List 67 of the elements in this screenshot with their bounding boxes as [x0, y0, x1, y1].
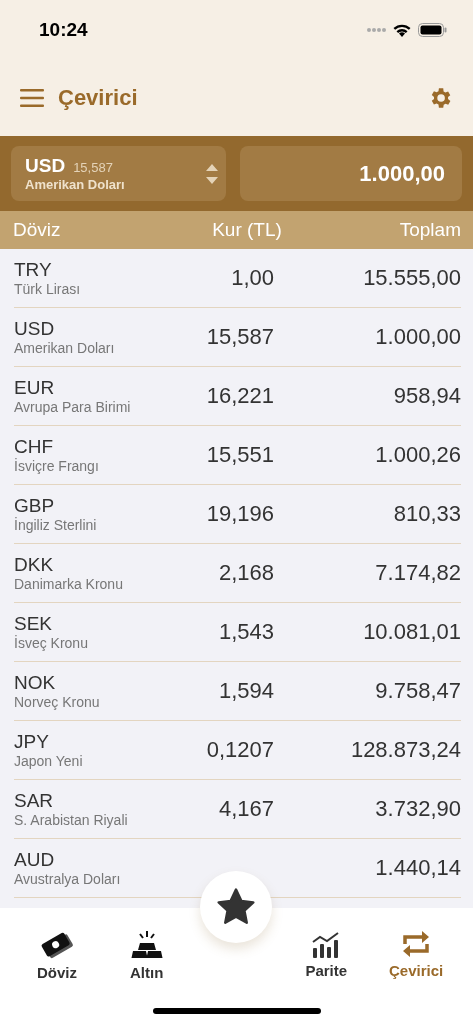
banknote-icon [39, 930, 74, 960]
currency-name: Amerikan Doları [25, 177, 126, 192]
wifi-icon [392, 22, 412, 38]
menu-icon[interactable] [20, 89, 44, 107]
currency-name: Norveç Kronu [14, 694, 101, 710]
converted-total: 15.555,00 [362, 265, 461, 291]
signal-icon [366, 27, 386, 33]
amount-field[interactable]: 1.000,00 [240, 146, 462, 201]
converted-total: 810,33 [392, 501, 461, 527]
currency-name: Amerikan Doları [14, 340, 116, 356]
currency-name: Türk Lirası [14, 281, 82, 297]
exchange-rate: 1,00 [230, 265, 274, 291]
currency-code: TRY [14, 259, 53, 281]
favorites-button[interactable] [200, 871, 272, 943]
currency-name: İsveç Kronu [14, 635, 89, 651]
bullion-bars-icon [129, 930, 164, 960]
currency-code: AUD [14, 849, 56, 871]
currency-code: JPY [14, 731, 50, 753]
exchange-rate: 1,543 [217, 619, 274, 645]
converted-total: 10.081,01 [362, 619, 461, 645]
exchange-rate: 15,587 [205, 324, 274, 350]
sort-arrows-icon [206, 163, 218, 184]
currency-rate: 15,587 [73, 160, 113, 175]
currency-name: Avrupa Para Birimi [14, 399, 132, 415]
star-icon [216, 888, 256, 926]
converted-total: 9.758,47 [374, 678, 461, 704]
exchange-rate: 16,221 [205, 383, 274, 409]
currency-name: Avustralya Doları [14, 871, 122, 887]
converted-total: 128.873,24 [349, 737, 461, 763]
exchange-rate: 19,196 [205, 501, 274, 527]
tab-item[interactable]: Altın [101, 930, 192, 981]
exchange-rate: 0,1207 [205, 737, 274, 763]
currency-code: NOK [14, 672, 57, 694]
exchange-rate: 4,167 [217, 796, 274, 822]
converted-total: 3.732,90 [374, 796, 461, 822]
clock-time: 10:24 [39, 19, 88, 41]
currency-code: SEK [14, 613, 54, 635]
currency-code: EUR [14, 377, 56, 399]
converted-total: 1.000,26 [374, 442, 461, 468]
currency-picker[interactable]: USD 15,587 Amerikan Doları [11, 146, 226, 201]
tab-item[interactable]: Parite [281, 930, 372, 981]
currency-name: İsviçre Frangı [14, 458, 100, 474]
exchange-rate: 2,168 [217, 560, 274, 586]
converted-total: 958,94 [392, 383, 461, 409]
currency-code: CHF [14, 436, 55, 458]
currency-name: S. Arabistan Riyali [14, 812, 129, 828]
converted-total: 1.000,00 [374, 324, 461, 350]
currency-code: DKK [14, 554, 55, 576]
currency-name: Danimarka Kronu [14, 576, 124, 592]
converted-total: 1.440,14 [374, 855, 461, 881]
exchange-rate: 15,551 [205, 442, 274, 468]
currency-name: Japon Yeni [14, 753, 84, 769]
screen-title: Çevirici [58, 85, 139, 111]
column-header: Kur (TL) [211, 219, 283, 241]
swap-arrows-icon [401, 930, 432, 958]
column-header: Toplam [398, 219, 461, 241]
currency-name: İngiliz Sterlini [14, 517, 98, 533]
currency-code: USD [14, 318, 56, 340]
tab-item[interactable]: Döviz [12, 930, 102, 981]
battery-icon [418, 23, 447, 37]
currency-code: GBP [14, 495, 56, 517]
currency-code: SAR [14, 790, 55, 812]
tab-item[interactable]: Çevirici [371, 930, 461, 981]
column-header: Döviz [13, 219, 62, 241]
converted-total: 7.174,82 [374, 560, 461, 586]
currency-code: USD [25, 155, 66, 177]
exchange-rate: 1,594 [217, 678, 274, 704]
